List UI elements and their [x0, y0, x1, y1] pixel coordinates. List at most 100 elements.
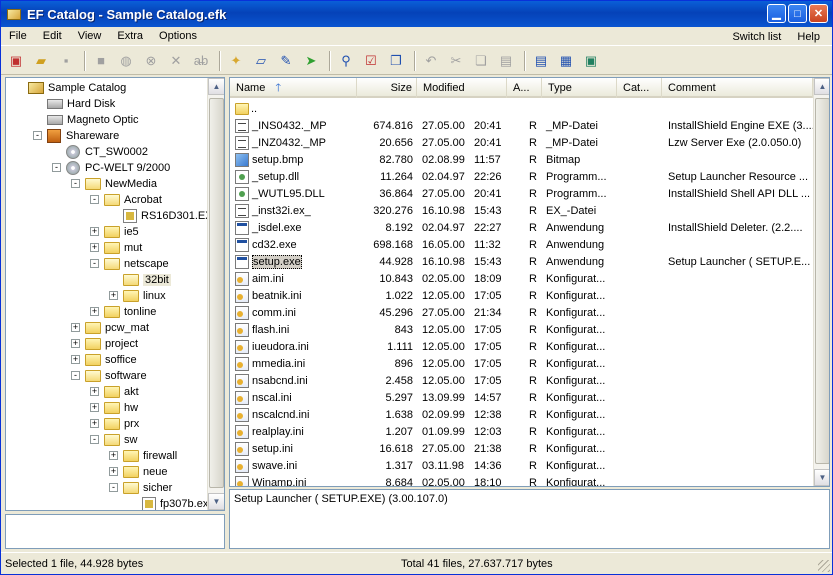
file-row[interactable]: cd32.exe 698.168 16.05.00 11:32 R Anwendung: [230, 236, 813, 253]
scroll-down-arrow[interactable]: ▼: [208, 493, 224, 510]
scan-drive-icon[interactable]: ■: [90, 50, 112, 72]
column-type[interactable]: Type: [542, 78, 617, 98]
open-icon[interactable]: ▰: [30, 50, 52, 72]
expand-icon[interactable]: +: [71, 355, 80, 364]
new-folder-icon[interactable]: ✦: [225, 50, 247, 72]
menu-options[interactable]: Options: [151, 30, 205, 42]
expand-icon[interactable]: +: [109, 451, 118, 460]
menu-file[interactable]: File: [1, 30, 35, 42]
tree-node[interactable]: + tonline: [90, 304, 156, 320]
report-icon[interactable]: ▤: [530, 50, 552, 72]
file-row[interactable]: setup.bmp 82.780 02.08.99 11:57 R Bitmap: [230, 151, 813, 168]
expand-icon[interactable]: +: [71, 323, 80, 332]
print-icon[interactable]: ▦: [555, 50, 577, 72]
file-row[interactable]: nscal.ini 5.297 13.09.99 14:57 R Konfigurat..…: [230, 389, 813, 406]
file-row[interactable]: comm.ini 45.296 27.05.00 21:34 R Konfigurat..…: [230, 304, 813, 321]
scroll-down-arrow[interactable]: ▼: [814, 469, 829, 486]
collapse-icon[interactable]: -: [90, 435, 99, 444]
file-row[interactable]: _isdel.exe 8.192 02.04.97 22:27 R Anwendung In…: [230, 219, 813, 236]
tree-node[interactable]: fp307b.exe: [142, 496, 214, 510]
file-row[interactable]: aim.ini 10.843 02.05.00 18:09 R Konfigurat...: [230, 270, 813, 287]
menu-switch-list[interactable]: Switch list: [724, 31, 789, 43]
expand-icon[interactable]: +: [109, 467, 118, 476]
find-icon[interactable]: ⚲: [335, 50, 357, 72]
expand-icon[interactable]: +: [90, 403, 99, 412]
menu-view[interactable]: View: [70, 30, 110, 42]
column-name[interactable]: Name 🡑: [230, 78, 357, 98]
menu-edit[interactable]: Edit: [35, 30, 70, 42]
column-category[interactable]: Cat...: [617, 78, 662, 98]
file-row[interactable]: realplay.ini 1.207 01.09.99 12:03 R Konfigura…: [230, 423, 813, 440]
scroll-thumb[interactable]: [815, 98, 829, 464]
scroll-thumb[interactable]: [209, 98, 224, 488]
maximize-button[interactable]: □: [788, 4, 807, 23]
tree-node[interactable]: CT_SW0002: [66, 144, 148, 160]
collapse-icon[interactable]: -: [52, 163, 61, 172]
expand-icon[interactable]: +: [90, 243, 99, 252]
resize-grip[interactable]: [818, 560, 830, 572]
column-comment[interactable]: Comment: [662, 78, 813, 98]
tree-node[interactable]: - software: [71, 368, 147, 384]
tree-node[interactable]: - NewMedia: [71, 176, 157, 192]
tree-node[interactable]: + ie5: [90, 224, 139, 240]
menu-help[interactable]: Help: [789, 31, 828, 43]
copy-icon[interactable]: ❏: [470, 50, 492, 72]
file-row[interactable]: _setup.dll 11.264 02.04.97 22:26 R Programm..…: [230, 168, 813, 185]
close-button[interactable]: ✕: [809, 4, 828, 23]
tree-node[interactable]: RS16D301.EXE: [123, 208, 220, 224]
rename-icon[interactable]: a̶b: [190, 50, 212, 72]
expand-icon[interactable]: +: [90, 227, 99, 236]
file-row[interactable]: _INZ0432._MP 20.656 27.05.00 20:41 R _MP-Date…: [230, 134, 813, 151]
collapse-icon[interactable]: -: [71, 371, 80, 380]
catalog-tree[interactable]: Sample Catalog Hard Disk Magneto Optic - Sha…: [5, 77, 225, 511]
file-row[interactable]: swave.ini 1.317 03.11.98 14:36 R Konfigurat..…: [230, 457, 813, 474]
scroll-up-arrow[interactable]: ▲: [208, 78, 224, 95]
tree-node[interactable]: Magneto Optic: [47, 112, 139, 128]
tree-node[interactable]: 32bit: [123, 272, 171, 288]
tree-node[interactable]: - sicher: [109, 480, 172, 496]
menu-extra[interactable]: Extra: [109, 30, 151, 42]
properties-icon[interactable]: ✎: [275, 50, 297, 72]
tree-node[interactable]: + pcw_mat: [71, 320, 149, 336]
expand-icon[interactable]: +: [90, 387, 99, 396]
list-scrollbar[interactable]: ▲ ▼: [813, 78, 829, 486]
tree-node[interactable]: + hw: [90, 400, 138, 416]
file-row[interactable]: _INS0432._MP 674.816 27.05.00 20:41 R _MP-Dat…: [230, 117, 813, 134]
file-row[interactable]: nscalcnd.ini 1.638 02.09.99 12:38 R Konfigura…: [230, 406, 813, 423]
cut-icon[interactable]: ✂: [445, 50, 467, 72]
save-icon[interactable]: ▪: [55, 50, 77, 72]
tree-node[interactable]: - netscape: [90, 256, 169, 272]
tree-node[interactable]: + prx: [90, 416, 139, 432]
checklist-icon[interactable]: ☑: [360, 50, 382, 72]
scroll-up-arrow[interactable]: ▲: [814, 78, 829, 95]
tree-node[interactable]: Hard Disk: [47, 96, 115, 112]
stop-icon[interactable]: ⊗: [140, 50, 162, 72]
collapse-icon[interactable]: -: [33, 131, 42, 140]
file-list[interactable]: Name 🡑 Size Modified A... Type Cat... Com…: [229, 77, 830, 487]
tree-node[interactable]: + akt: [90, 384, 139, 400]
file-row[interactable]: iueudora.ini 1.111 12.05.00 17:05 R Konfigura…: [230, 338, 813, 355]
file-row[interactable]: Winamp.ini 8.684 02.05.00 18:10 R Konfigurat.…: [230, 474, 813, 486]
collapse-icon[interactable]: -: [109, 483, 118, 492]
expand-icon[interactable]: +: [90, 419, 99, 428]
column-size[interactable]: Size: [357, 78, 417, 98]
file-row[interactable]: _inst32i.ex_ 320.276 16.10.98 15:43 R EX_-Dat…: [230, 202, 813, 219]
tree-node[interactable]: + linux: [109, 288, 166, 304]
add-icon[interactable]: ➤: [300, 50, 322, 72]
update-icon[interactable]: ◍: [115, 50, 137, 72]
tree-node[interactable]: + project: [71, 336, 138, 352]
tree-node[interactable]: + firewall: [109, 448, 177, 464]
tree-node[interactable]: - PC-WELT 9/2000: [52, 160, 170, 176]
tree-node[interactable]: + neue: [109, 464, 167, 480]
delete-icon[interactable]: ✕: [165, 50, 187, 72]
file-row[interactable]: _WUTL95.DLL 36.864 27.05.00 20:41 R Programm.…: [230, 185, 813, 202]
collapse-icon[interactable]: -: [90, 259, 99, 268]
file-row[interactable]: nsabcnd.ini 2.458 12.05.00 17:05 R Konfigurat…: [230, 372, 813, 389]
expand-icon[interactable]: +: [109, 291, 118, 300]
tree-node[interactable]: + soffice: [71, 352, 137, 368]
file-row[interactable]: ..: [230, 100, 813, 117]
expand-icon[interactable]: +: [71, 339, 80, 348]
paste-icon[interactable]: ▤: [495, 50, 517, 72]
edit-icon[interactable]: ▱: [250, 50, 272, 72]
tree-node[interactable]: - sw: [90, 432, 137, 448]
